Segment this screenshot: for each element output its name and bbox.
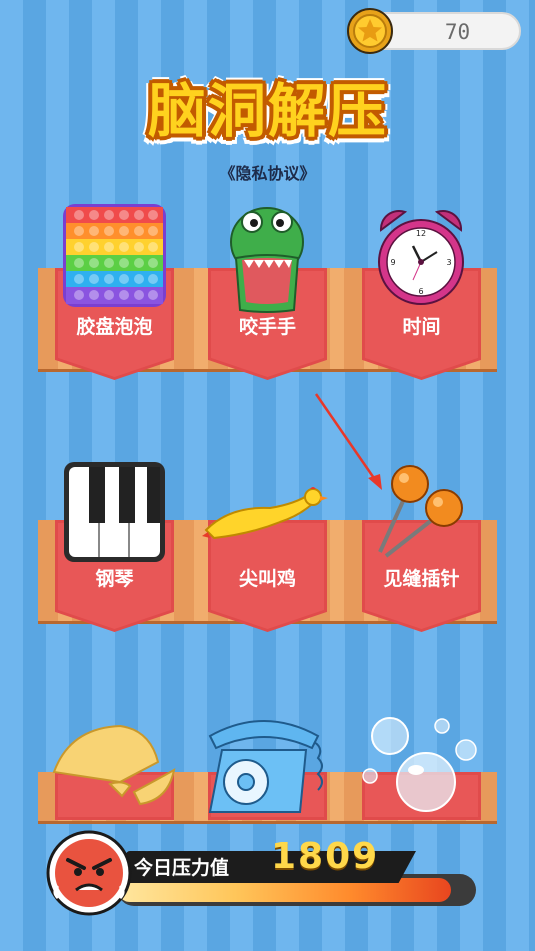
coin-icon xyxy=(347,8,393,54)
app-title-logo: 脑洞解压 xyxy=(118,56,418,152)
svg-text:3: 3 xyxy=(446,258,451,267)
svg-text:12: 12 xyxy=(416,229,426,238)
game-label: 尖叫鸡 xyxy=(238,568,296,590)
piano-icon xyxy=(64,462,165,562)
game-label: 咬手手 xyxy=(238,316,296,338)
game-label: 时间 xyxy=(402,316,441,338)
game-label: 见缝插针 xyxy=(383,568,460,590)
coin-count: 70 xyxy=(444,20,471,44)
angry-face-icon xyxy=(46,830,132,916)
svg-text:9: 9 xyxy=(390,258,395,267)
privacy-policy-link[interactable]: 《隐私协议》 xyxy=(190,160,345,184)
stress-meter: 今日压力值 1809 xyxy=(46,830,486,920)
alarm-clock-icon: 12 3 6 9 xyxy=(378,209,464,305)
svg-text:6: 6 xyxy=(418,287,423,296)
stress-value: 1809 xyxy=(271,836,380,877)
stress-label: 今日压力值 xyxy=(134,857,230,879)
bubbles-icon xyxy=(362,717,477,812)
rubber-chicken-icon xyxy=(202,487,328,540)
telephone-icon xyxy=(208,720,323,813)
game-label: 胶盘泡泡 xyxy=(76,316,153,338)
crocodile-icon xyxy=(230,207,304,313)
game-label: 钢琴 xyxy=(95,568,134,590)
pointer-arrow-icon xyxy=(314,393,382,490)
pop-it-icon xyxy=(63,204,166,307)
tortilla-icon xyxy=(52,724,176,806)
app-title: 脑洞解压 xyxy=(147,77,388,145)
